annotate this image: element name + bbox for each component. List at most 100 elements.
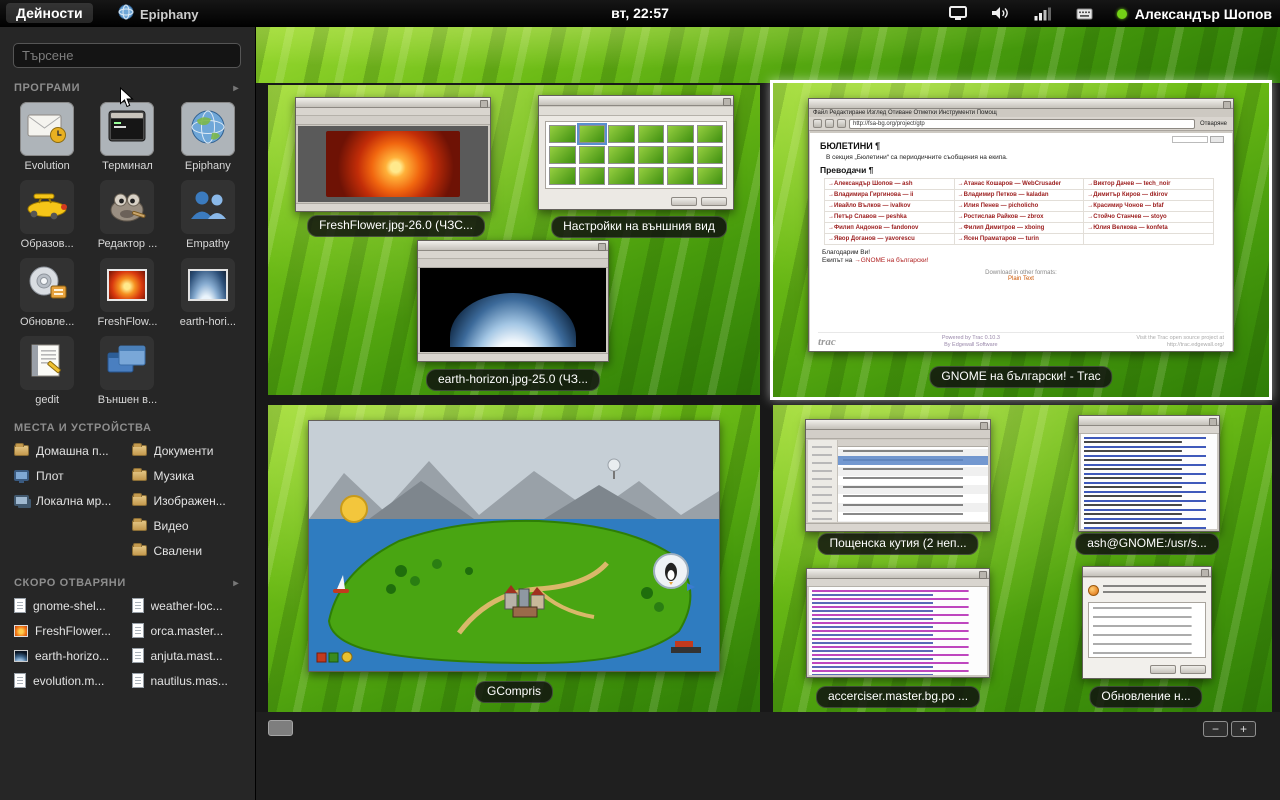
app-item-freshflower[interactable]: FreshFlow... xyxy=(88,254,166,330)
expand-icon[interactable]: ▸ xyxy=(233,83,239,94)
window-appearance-settings[interactable] xyxy=(538,95,734,210)
translator-link[interactable]: →Юлия Велкова — konfeta xyxy=(1084,223,1214,234)
place-item-pictures[interactable]: Изображен... xyxy=(132,488,246,513)
translator-link[interactable]: →Ивайло Вълков — ivalkov xyxy=(825,201,955,212)
translator-link[interactable]: →Явор Доганов — yavorescu xyxy=(825,234,955,245)
window-update-manager[interactable] xyxy=(1082,566,1212,679)
recent-item[interactable]: weather-loc... xyxy=(132,593,246,618)
search-input[interactable] xyxy=(13,43,241,68)
text-file-icon xyxy=(132,623,144,638)
translator-link[interactable] xyxy=(1084,234,1214,245)
place-item-home[interactable]: Домашна п... xyxy=(14,438,128,463)
window-po-editor[interactable] xyxy=(806,568,990,678)
translator-link[interactable]: →Владимир Петков — kaladan xyxy=(954,190,1084,201)
app-item-epiphany[interactable]: Epiphany xyxy=(169,98,247,174)
place-item-downloads[interactable]: Свалени xyxy=(132,538,246,563)
button[interactable] xyxy=(1180,665,1206,674)
reload-button[interactable] xyxy=(837,119,846,128)
place-label: Изображен... xyxy=(154,494,226,508)
translator-link[interactable]: →Виктор Дачев — tech_noir xyxy=(1084,179,1214,190)
keyboard-layout-icon[interactable] xyxy=(1076,7,1093,21)
app-item-software-update[interactable]: Обновле... xyxy=(8,254,86,330)
app-item-gcompris[interactable]: Образов... xyxy=(8,176,86,252)
app-item-terminal[interactable]: Терминал xyxy=(88,98,166,174)
forward-button[interactable] xyxy=(825,119,834,128)
translator-link[interactable]: →Филип Димитров — xboing xyxy=(954,223,1084,234)
place-item-documents[interactable]: Документи xyxy=(132,438,246,463)
translator-link[interactable]: →Атанас Кошаров — WebCrusader xyxy=(954,179,1084,190)
window-freshflower-viewer[interactable] xyxy=(295,97,491,212)
plain-text-link[interactable]: Plain Text xyxy=(1008,276,1034,282)
url-bar[interactable]: http://fsa-bg.org/project/gtp xyxy=(849,119,1195,129)
gnome-bg-link[interactable]: →GNOME на български! xyxy=(854,257,928,264)
recent-item[interactable]: anjuta.mast... xyxy=(132,643,246,668)
terminal-output xyxy=(1081,434,1217,529)
volume-icon[interactable] xyxy=(991,6,1010,21)
app-item-earth-horizon[interactable]: earth-hori... xyxy=(169,254,247,330)
place-item-music[interactable]: Музика xyxy=(132,463,246,488)
app-item-gedit[interactable]: gedit xyxy=(8,332,86,408)
add-workspace-button[interactable]: + xyxy=(1231,721,1256,737)
page-search-button[interactable] xyxy=(1210,136,1224,143)
translator-link[interactable]: →Красимир Чонов — bfaf xyxy=(1084,201,1214,212)
app-menu[interactable]: Epiphany xyxy=(118,4,199,25)
list-header xyxy=(838,440,988,447)
translator-link[interactable]: →Ростислав Райков — zbrox xyxy=(954,212,1084,223)
page-search-input[interactable] xyxy=(1172,136,1208,143)
translator-link[interactable]: →Владимира Гиргинова — ii xyxy=(825,190,955,201)
back-button[interactable] xyxy=(813,119,822,128)
app-item-empathy[interactable]: Empathy xyxy=(169,176,247,252)
place-item-video[interactable]: Видео xyxy=(132,513,246,538)
translator-link[interactable]: →Александър Шопов — ash xyxy=(825,179,955,190)
go-button[interactable]: Отваряне xyxy=(1198,121,1229,127)
window-epiphany-trac[interactable]: Файл Редактиране Изглед Отиване Отметки … xyxy=(808,98,1234,352)
window-earth-viewer[interactable] xyxy=(417,240,609,362)
app-item-gimp[interactable]: Редактор ... xyxy=(88,176,166,252)
button[interactable] xyxy=(701,197,727,206)
remove-workspace-button[interactable]: − xyxy=(1203,721,1228,737)
recent-item[interactable]: FreshFlower... xyxy=(14,618,128,643)
app-item-appearance[interactable]: Външен в... xyxy=(88,332,166,408)
wallpaper-band xyxy=(256,27,1280,83)
app-label: Evolution xyxy=(8,160,86,172)
translator-link[interactable]: →Петър Славов — peshka xyxy=(825,212,955,223)
translator-link[interactable]: →Димитър Киров — dkirov xyxy=(1084,190,1214,201)
button[interactable] xyxy=(1150,665,1176,674)
app-item-evolution[interactable]: Evolution xyxy=(8,98,86,174)
translator-link[interactable]: →Стойчо Станчев — stoyo xyxy=(1084,212,1214,223)
recent-item[interactable]: nautilus.mas... xyxy=(132,668,246,693)
translator-link[interactable]: →Илия Пенев — picholicho xyxy=(954,201,1084,212)
clock[interactable]: вт, 22:57 xyxy=(611,5,669,21)
recent-item[interactable]: orca.master... xyxy=(132,618,246,643)
section-places: МЕСТА И УСТРОЙСТВА xyxy=(14,422,239,434)
window-gcompris[interactable] xyxy=(308,420,720,672)
video-folder-icon xyxy=(132,520,147,531)
expand-icon[interactable]: ▸ xyxy=(233,578,239,589)
network-signal-icon[interactable] xyxy=(1034,7,1052,21)
place-item-network[interactable]: Локална мр... xyxy=(14,488,128,513)
user-menu[interactable]: Александър Шопов xyxy=(1117,6,1272,22)
workspace-controls-bar: − + xyxy=(256,712,1280,800)
presence-available-icon xyxy=(1117,9,1127,19)
window-label-trac: GNOME на български! - Trac xyxy=(929,366,1112,388)
section-places-label: МЕСТА И УСТРОЙСТВА xyxy=(14,422,152,434)
activities-button[interactable]: Дейности xyxy=(6,3,93,23)
app-label: Външен в... xyxy=(88,394,166,406)
place-item-desktop[interactable]: Плот xyxy=(14,463,128,488)
recent-item[interactable]: gnome-shel... xyxy=(14,593,128,618)
window-terminal[interactable] xyxy=(1078,415,1220,532)
translator-link[interactable]: →Ясен Праматаров — turin xyxy=(954,234,1084,245)
workspace-drop-target[interactable] xyxy=(268,720,293,736)
window-label-po: accerciser.master.bg.po ... xyxy=(816,686,980,708)
recent-label: orca.master... xyxy=(151,624,224,638)
place-label: Плот xyxy=(36,469,64,483)
display-icon[interactable] xyxy=(949,6,967,21)
translator-link[interactable]: →Филип Андонов — fandonov xyxy=(825,223,955,234)
browser-toolbar: http://fsa-bg.org/project/gtp Отваряне xyxy=(809,117,1233,131)
recent-item[interactable]: evolution.m... xyxy=(14,668,128,693)
button[interactable] xyxy=(671,197,697,206)
window-evolution-mail[interactable] xyxy=(805,419,991,532)
page-text: Благодарим Ви! xyxy=(822,249,1222,256)
recent-item[interactable]: earth-horizo... xyxy=(14,643,128,668)
window-titlebar xyxy=(418,241,608,251)
